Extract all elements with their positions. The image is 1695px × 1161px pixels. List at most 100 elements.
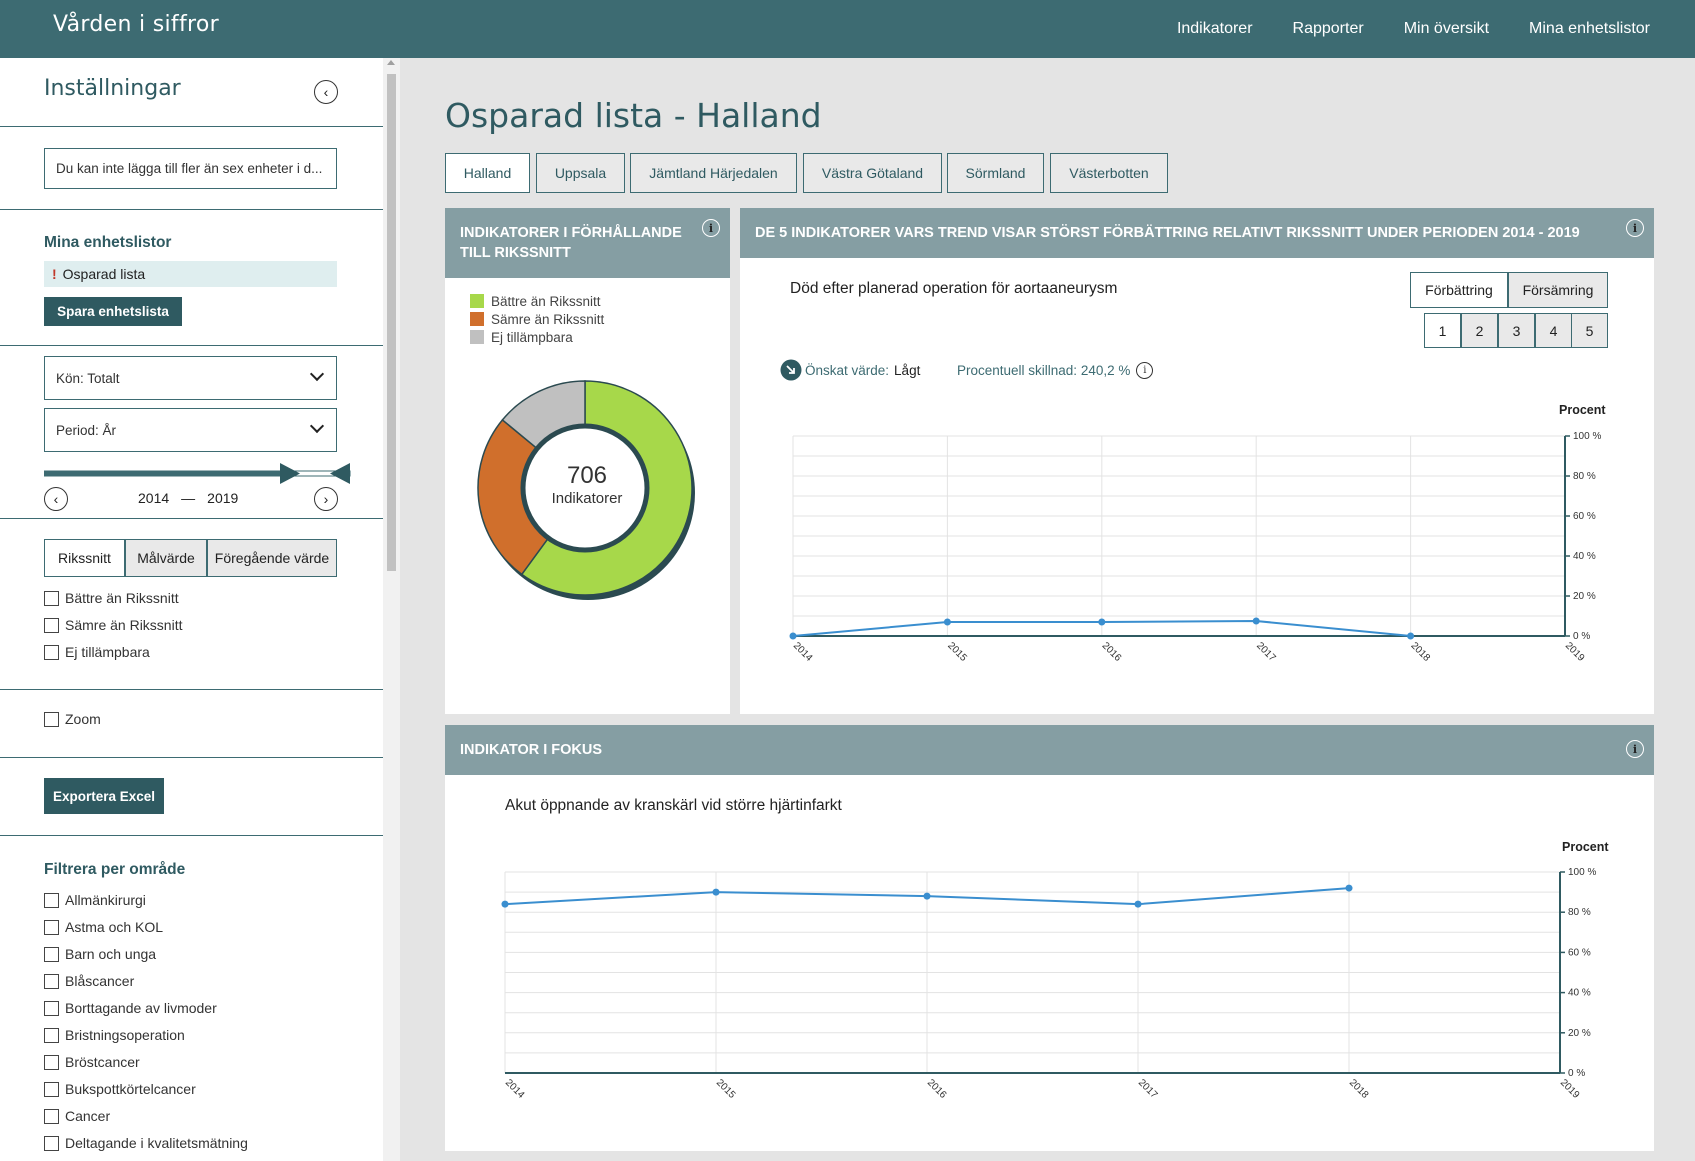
tab-vastra-gotaland[interactable]: Västra Götaland [803, 153, 942, 193]
gender-select[interactable]: Kön: Totalt [44, 356, 337, 400]
page-2-button[interactable]: 2 [1461, 313, 1498, 348]
tab-uppsala[interactable]: Uppsala [536, 153, 625, 193]
data-point[interactable] [501, 900, 509, 908]
checkbox[interactable] [44, 946, 59, 962]
checkbox[interactable] [44, 1054, 59, 1070]
unit-search-input[interactable]: Du kan inte lägga till fler än sex enhet… [44, 148, 337, 189]
panel-title-line2: TILL RIKSSNITT [460, 245, 571, 261]
legend-item-na: Ej tillämpbara [470, 328, 604, 346]
collapse-sidebar-button[interactable]: ‹ [314, 80, 338, 104]
sidebar-title: Inställningar [44, 76, 181, 101]
year-to: 2019 [207, 490, 239, 506]
slider-handle-start[interactable] [280, 463, 300, 484]
checkbox[interactable] [44, 1000, 59, 1016]
save-list-button[interactable]: Spara enhetslista [44, 297, 182, 326]
nav-rapporter[interactable]: Rapporter [1293, 20, 1364, 38]
page-3-button[interactable]: 3 [1498, 313, 1535, 348]
nav-min-oversikt[interactable]: Min översikt [1404, 20, 1489, 38]
list-item-osparad[interactable]: ! Osparad lista [44, 261, 337, 287]
checkbox[interactable] [44, 590, 59, 606]
data-point[interactable] [712, 888, 720, 896]
nav-indikatorer[interactable]: Indikatorer [1177, 20, 1253, 38]
data-point[interactable] [943, 618, 951, 626]
checkbox[interactable] [44, 919, 59, 935]
y-tick-label: 100 % [1573, 431, 1601, 442]
chevron-right-icon: › [323, 491, 329, 507]
warning-icon: ! [52, 266, 57, 282]
checkbox[interactable] [44, 892, 59, 908]
check-better[interactable]: Bättre än Rikssnitt [44, 590, 179, 606]
toggle-forbattring[interactable]: Förbättring [1410, 272, 1508, 308]
donut-center: 706 Indikatorer [530, 462, 644, 507]
tab-vasterbotten[interactable]: Västerbotten [1050, 153, 1168, 193]
x-tick-label: 2017 [1136, 1077, 1160, 1101]
scroll-up-arrow-icon[interactable] [387, 60, 395, 65]
check-na[interactable]: Ej tillämpbara [44, 644, 150, 660]
checkbox[interactable] [44, 711, 59, 727]
checkbox[interactable] [44, 1135, 59, 1151]
filter-item[interactable]: Blåscancer [44, 973, 134, 989]
x-tick-label: 2014 [503, 1077, 527, 1101]
page-5-button[interactable]: 5 [1571, 313, 1608, 348]
chevron-left-icon: ‹ [323, 84, 329, 100]
period-select-value: Period: År [56, 422, 117, 438]
checkbox[interactable] [44, 1027, 59, 1043]
filter-item[interactable]: Astma och KOL [44, 919, 163, 935]
info-icon[interactable]: i [1136, 362, 1154, 379]
settings-sidebar: Inställningar ‹ Du kan inte lägga till f… [0, 58, 383, 1161]
legend-label: Bättre än Rikssnitt [491, 293, 601, 309]
data-point[interactable] [1098, 618, 1106, 626]
page-4-button[interactable]: 4 [1535, 313, 1572, 348]
year-range-slider[interactable] [44, 461, 354, 487]
tab-jamtland[interactable]: Jämtland Härjedalen [630, 153, 797, 193]
data-point[interactable] [1252, 617, 1260, 625]
check-label: Zoom [65, 711, 101, 727]
checkbox[interactable] [44, 644, 59, 660]
filter-item[interactable]: Borttagande av livmoder [44, 1000, 217, 1016]
checkbox[interactable] [44, 617, 59, 633]
year-prev-button[interactable]: ‹ [44, 487, 68, 511]
panel-title-line1: INDIKATORER I FÖRHÅLLANDE [460, 225, 682, 241]
compare-foregaende-button[interactable]: Föregående värde [207, 539, 337, 577]
info-icon[interactable]: i [702, 219, 720, 237]
filter-item[interactable]: Cancer [44, 1108, 110, 1124]
data-point[interactable] [1134, 900, 1142, 908]
page-1-button[interactable]: 1 [1424, 313, 1461, 348]
filter-item[interactable]: Allmänkirurgi [44, 892, 146, 908]
year-next-button[interactable]: › [314, 487, 338, 511]
slider-handle-end[interactable] [330, 463, 350, 484]
checkbox[interactable] [44, 973, 59, 989]
data-point[interactable] [1345, 884, 1353, 892]
tab-sormland[interactable]: Sörmland [947, 153, 1044, 193]
period-select[interactable]: Period: År [44, 408, 337, 452]
info-icon[interactable]: i [1626, 219, 1644, 237]
compare-rikssnitt-button[interactable]: Rikssnitt [44, 539, 125, 577]
filter-item[interactable]: Bristningsoperation [44, 1027, 185, 1043]
compare-malvarde-button[interactable]: Målvärde [125, 539, 207, 577]
info-icon[interactable]: i [1626, 740, 1644, 758]
nav-mina-enhetslistor[interactable]: Mina enhetslistor [1529, 20, 1650, 38]
export-excel-button[interactable]: Exportera Excel [44, 778, 164, 814]
filter-item[interactable]: Bukspottkörtelcancer [44, 1081, 196, 1097]
check-worse[interactable]: Sämre än Rikssnitt [44, 617, 182, 633]
check-label: Ej tillämpbara [65, 644, 150, 660]
scroll-thumb[interactable] [387, 74, 396, 571]
data-point[interactable] [789, 632, 797, 640]
focus-indicator-title[interactable]: Akut öppnande av kranskärl vid större hj… [505, 797, 842, 815]
checkbox[interactable] [44, 1081, 59, 1097]
data-point[interactable] [923, 892, 931, 900]
filter-item[interactable]: Deltagande i kvalitetsmätning [44, 1135, 248, 1151]
tab-halland[interactable]: Halland [445, 153, 530, 193]
trend-line-chart[interactable]: 0 % 20 % 40 % 60 % 80 % 100 % 2014 2015 2016 2017… [770, 425, 1610, 665]
check-zoom[interactable]: Zoom [44, 711, 101, 727]
logo[interactable]: Vården i siffror [53, 12, 219, 37]
sidebar-scrollbar[interactable] [383, 58, 400, 1161]
checkbox[interactable] [44, 1108, 59, 1124]
focus-line-chart[interactable]: 0 % 20 % 40 % 60 % 80 % 100 % 2014 2015 2016 2017… [490, 862, 1620, 1107]
filter-item[interactable]: Barn och unga [44, 946, 156, 962]
y-tick-label: 80 % [1568, 907, 1591, 918]
data-point[interactable] [1407, 632, 1415, 640]
trend-indicator-title[interactable]: Död efter planerad operation för aortaan… [790, 280, 1117, 298]
filter-item[interactable]: Bröstcancer [44, 1054, 140, 1070]
toggle-forsamring[interactable]: Försämring [1508, 272, 1608, 308]
